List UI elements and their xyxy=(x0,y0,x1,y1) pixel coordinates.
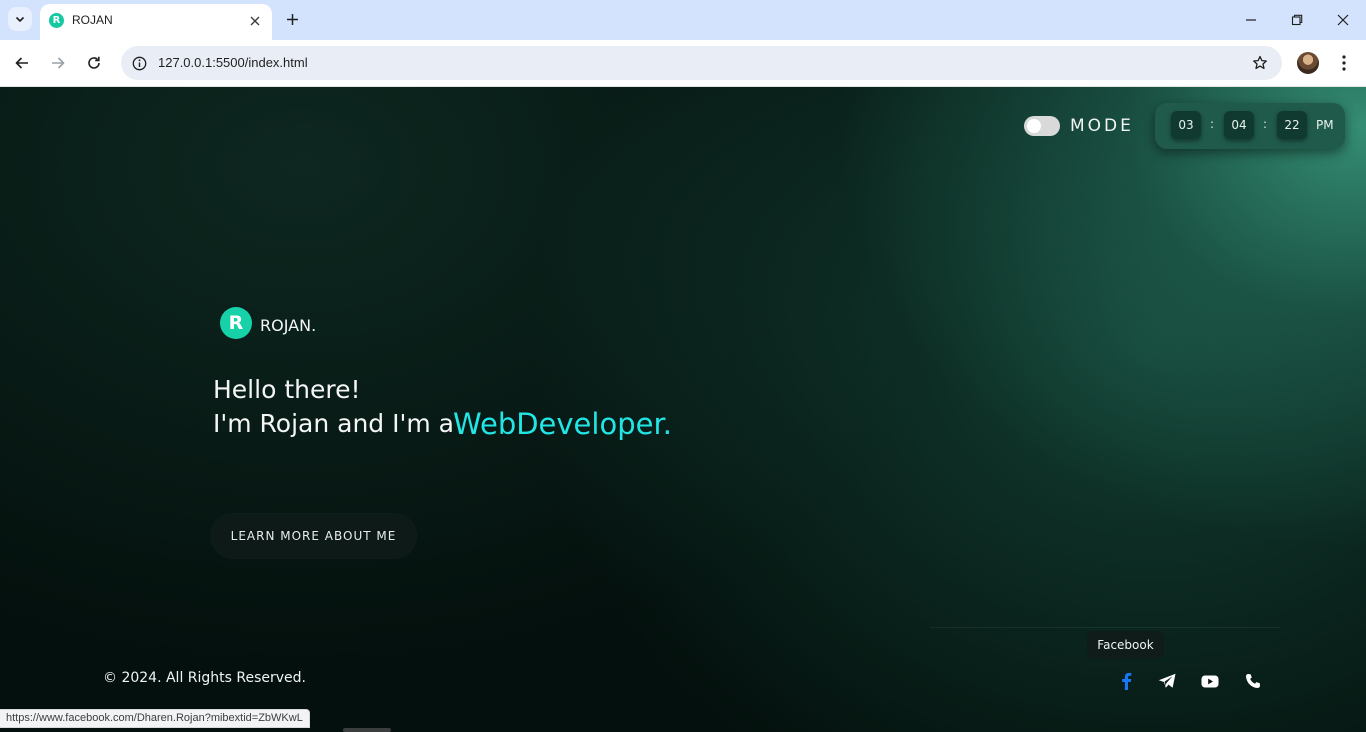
youtube-link[interactable] xyxy=(1198,670,1222,692)
brand-logo[interactable]: R xyxy=(220,307,252,339)
back-button[interactable] xyxy=(9,50,35,76)
clock-minutes: 04 xyxy=(1224,111,1254,139)
forward-button[interactable] xyxy=(45,50,71,76)
status-bar-url: https://www.facebook.com/Dharen.Rojan?mi… xyxy=(0,709,310,728)
close-icon xyxy=(1337,14,1349,26)
reload-icon xyxy=(88,56,100,69)
close-icon xyxy=(250,16,260,26)
star-icon xyxy=(1253,55,1267,70)
digital-clock: 03 : 04 : 22 PM xyxy=(1155,103,1345,149)
hero-role: WebDeveloper. xyxy=(453,407,672,441)
new-tab-button[interactable] xyxy=(282,9,302,29)
minimize-icon xyxy=(1246,19,1256,21)
browser-tab[interactable]: R ROJAN xyxy=(40,4,272,40)
mode-toggle-switch[interactable] xyxy=(1024,116,1060,136)
telegram-icon xyxy=(1158,673,1176,688)
profile-avatar[interactable] xyxy=(1297,52,1319,74)
hero-intro: I'm Rojan and I'm a xyxy=(213,409,454,438)
more-vertical-icon xyxy=(1342,55,1346,71)
toggle-knob xyxy=(1027,119,1041,133)
restore-button[interactable] xyxy=(1284,7,1310,33)
close-window-button[interactable] xyxy=(1330,7,1356,33)
browser-toolbar: 127.0.0.1:5500/index.html xyxy=(0,40,1366,87)
tab-search-button[interactable] xyxy=(8,7,32,31)
chevron-down-icon xyxy=(15,16,25,23)
plus-icon xyxy=(286,13,298,25)
site-info-button[interactable] xyxy=(129,53,149,73)
copyright-text: © 2024. All Rights Reserved. xyxy=(103,670,307,686)
clock-ampm: PM xyxy=(1316,118,1334,132)
tab-close-button[interactable] xyxy=(246,12,264,30)
restore-icon xyxy=(1291,14,1303,26)
facebook-link[interactable] xyxy=(1114,670,1138,692)
info-icon xyxy=(132,56,146,70)
tab-title: ROJAN xyxy=(72,13,113,27)
address-bar[interactable]: 127.0.0.1:5500/index.html xyxy=(121,46,1282,80)
favicon-icon: R xyxy=(49,13,64,28)
minimize-button[interactable] xyxy=(1238,7,1264,33)
facebook-icon xyxy=(1122,672,1132,690)
mode-label: MODE xyxy=(1070,116,1134,136)
horizontal-scrollbar[interactable] xyxy=(343,728,391,732)
clock-seconds: 22 xyxy=(1277,111,1307,139)
clock-separator: : xyxy=(1263,117,1268,131)
page-content: MODE 03 : 04 : 22 PM R ROJAN. Hello ther… xyxy=(0,87,1366,732)
bookmark-button[interactable] xyxy=(1250,53,1270,73)
browser-menu-button[interactable] xyxy=(1334,52,1354,74)
url-text[interactable]: 127.0.0.1:5500/index.html xyxy=(158,55,308,70)
clock-separator: : xyxy=(1210,117,1215,131)
arrow-left-icon xyxy=(15,57,28,69)
phone-link[interactable] xyxy=(1241,670,1265,692)
brand-name[interactable]: ROJAN. xyxy=(260,316,316,335)
learn-more-button[interactable]: LEARN MORE ABOUT ME xyxy=(211,514,416,558)
clock-hours: 03 xyxy=(1171,111,1201,139)
phone-icon xyxy=(1246,674,1260,688)
telegram-link[interactable] xyxy=(1155,670,1179,692)
arrow-right-icon xyxy=(52,57,65,69)
browser-tab-bar: R ROJAN xyxy=(0,0,1366,40)
facebook-tooltip: Facebook xyxy=(1087,631,1164,659)
reload-button[interactable] xyxy=(81,50,107,76)
youtube-icon xyxy=(1201,675,1219,687)
hero-greeting: Hello there! xyxy=(213,375,361,404)
footer-divider xyxy=(930,627,1280,628)
